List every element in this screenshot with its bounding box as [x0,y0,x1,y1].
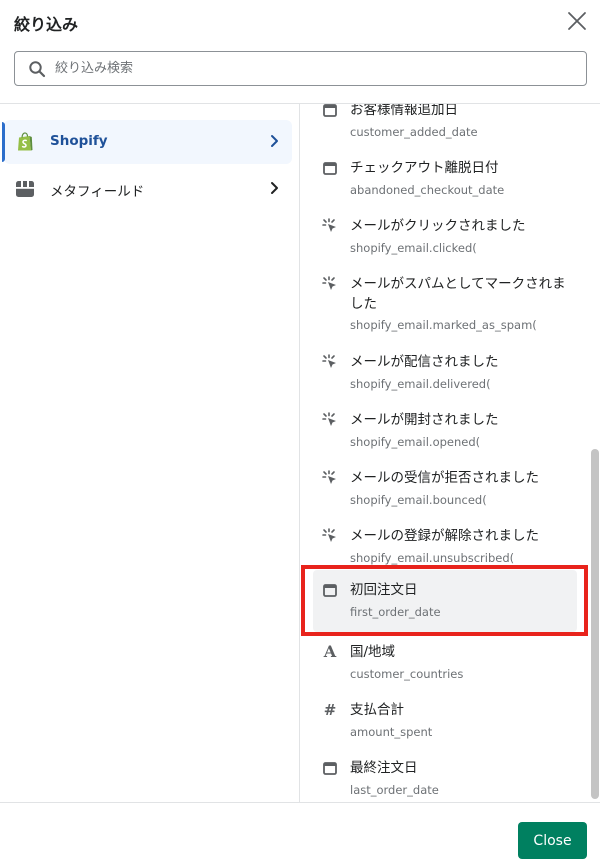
field-label: 支払合計 [350,702,404,718]
calendar-icon [322,104,338,118]
click-icon [322,354,338,370]
field-key: shopify_email.bounced( [350,493,487,507]
field-label: メールの受信が拒否されました [350,470,539,486]
field-item-last-order-date[interactable]: 最終注文日 last_order_date [313,750,577,802]
search-field[interactable] [14,51,587,86]
field-label: メールが開封されました [350,412,499,428]
modal-header: 絞り込み [0,0,600,104]
search-icon [29,61,46,78]
field-key: shopify_email.opened( [350,435,481,449]
field-key: abandoned_checkout_date [350,183,505,197]
field-item-email-marked-as-spam[interactable]: メールがスパムとしてマークされました shopify_email.marked_… [313,266,577,346]
field-label: お客様情報追加日 [350,104,458,118]
field-label: メールが配信されました [350,354,499,370]
field-item-email-opened[interactable]: メールが開封されました shopify_email.opened( [313,402,577,466]
field-label: メールがスパムとしてマークされました [350,276,566,312]
click-icon [322,276,338,292]
field-item-email-delivered[interactable]: メールが配信されました shopify_email.delivered( [313,344,577,408]
field-item-first-order-date[interactable]: 初回注文日 first_order_date [313,570,577,632]
field-key: shopify_email.unsubscribed( [350,551,515,565]
close-icon[interactable] [566,10,588,32]
field-label: メールの登録が解除されました [350,528,539,544]
sidebar-item-metafields[interactable]: メタフィールド [4,167,292,211]
field-label: メールがクリックされました [350,218,526,234]
field-list: お客様情報追加日 customer_added_date チェックアウト離脱日付… [301,104,600,802]
field-key: customer_added_date [350,125,478,139]
chevron-right-icon [271,135,278,147]
field-item-customer-countries[interactable]: A 国/地域 customer_countries [313,634,577,698]
shopify-bag-icon [18,132,33,151]
metafield-icon [16,181,34,197]
field-key: first_order_date [350,605,441,619]
modal-title: 絞り込み [14,15,79,34]
field-item-email-bounced[interactable]: メールの受信が拒否されました shopify_email.bounced( [313,460,577,524]
field-item-amount-spent[interactable]: # 支払合計 amount_spent [313,692,577,756]
sidebar-item-label: Shopify [50,133,108,149]
sidebar-item-shopify[interactable]: Shopify [2,120,292,164]
field-key: amount_spent [350,725,433,739]
scrollbar-thumb[interactable] [591,449,599,799]
calendar-icon [322,160,338,176]
calendar-icon [322,582,338,598]
active-indicator [2,122,5,162]
field-key: shopify_email.marked_as_spam( [350,318,537,332]
calendar-icon [322,760,338,776]
field-item-email-clicked[interactable]: メールがクリックされました shopify_email.clicked( [313,208,577,272]
click-icon [322,412,338,428]
category-sidebar: Shopify メタフィールド [0,104,300,802]
field-label: チェックアウト離脱日付 [350,160,499,176]
field-item-customer-added-date[interactable]: お客様情報追加日 customer_added_date [313,104,577,156]
field-label: 初回注文日 [350,582,418,598]
click-icon [322,218,338,234]
field-label: 国/地域 [350,644,396,660]
field-item-abandoned-checkout-date[interactable]: チェックアウト離脱日付 abandoned_checkout_date [313,150,577,214]
field-key: last_order_date [350,783,439,797]
close-button[interactable]: Close [518,822,587,859]
field-label: 最終注文日 [350,760,418,776]
sidebar-item-label: メタフィールド [50,184,145,200]
chevron-right-icon [271,182,278,194]
hash-icon: # [323,701,337,719]
search-input[interactable] [55,52,575,85]
click-icon [322,528,338,544]
field-key: shopify_email.delivered( [350,377,491,391]
modal-footer: Close [0,802,600,867]
text-icon: A [323,642,337,661]
field-key: customer_countries [350,667,464,681]
click-icon [322,470,338,486]
field-key: shopify_email.clicked( [350,241,477,255]
